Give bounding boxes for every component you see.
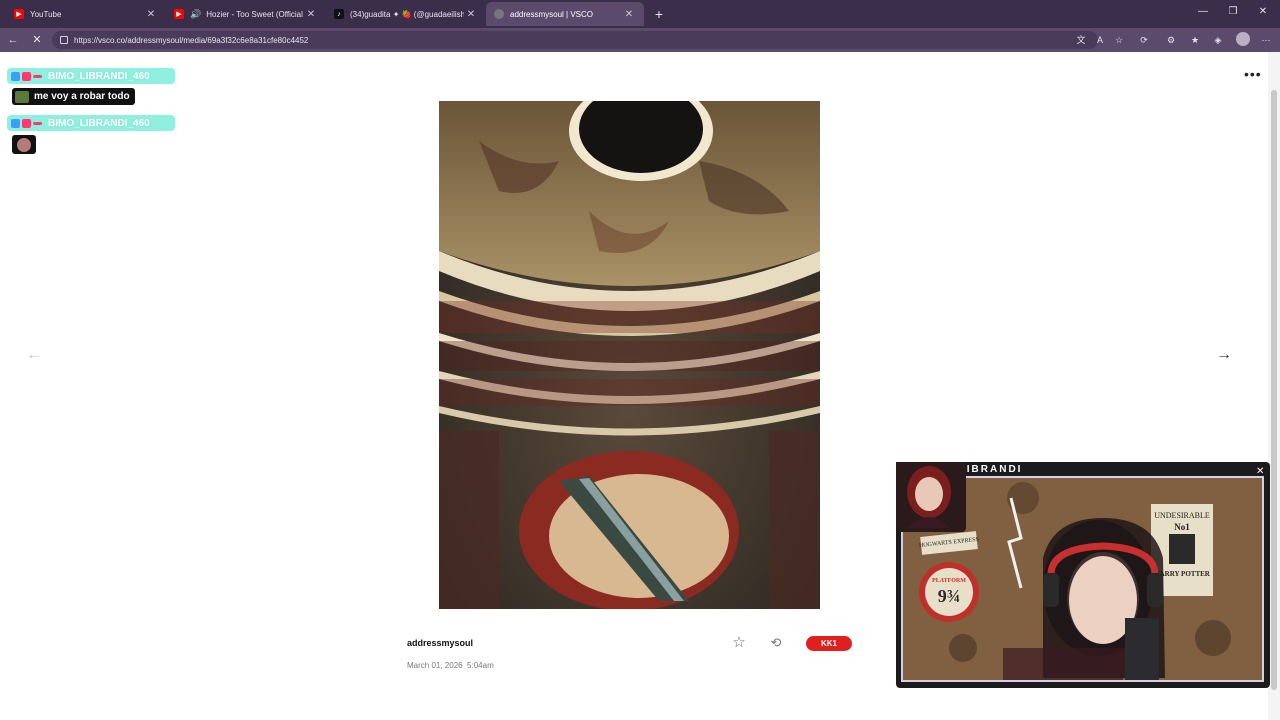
- post-username[interactable]: addressmysoul: [407, 638, 473, 648]
- badge-icon: [22, 71, 31, 81]
- more-icon[interactable]: •••: [1244, 66, 1262, 82]
- restore-icon[interactable]: ❐: [1226, 6, 1240, 17]
- post-image[interactable]: [439, 101, 820, 609]
- tab-label: Hozier - Too Sweet (Official V: [206, 9, 304, 19]
- repost-icon[interactable]: ⟲: [768, 635, 784, 651]
- vsco-icon: [494, 9, 504, 19]
- refresh-icon[interactable]: ⟳: [1137, 33, 1151, 47]
- youtube-icon: ▶: [174, 9, 184, 19]
- chat-emote: [12, 135, 36, 154]
- youtube-icon: ▶: [14, 9, 24, 19]
- chat-username: BIMO_LIBRANDI_460: [48, 117, 150, 129]
- minimize-icon[interactable]: —: [1196, 6, 1210, 17]
- chevron-right-icon[interactable]: →: [1216, 346, 1232, 364]
- post-date: March 01, 2026 5:04am: [407, 661, 494, 670]
- close-tab-icon[interactable]: ✕: [464, 9, 478, 20]
- speaker-icon[interactable]: 🔊: [190, 9, 201, 20]
- badge-icon: [33, 121, 42, 125]
- chat-username-badge: BIMO_LIBRANDI_460: [7, 68, 175, 84]
- sign-line2: No1: [1174, 522, 1190, 532]
- site-info-icon[interactable]: [60, 36, 68, 44]
- badge-icon: [11, 118, 20, 128]
- chat-message: me voy a robar todo: [12, 88, 135, 105]
- tab-hozier[interactable]: ▶ 🔊 Hozier - Too Sweet (Official V ✕: [166, 2, 326, 26]
- tab-tiktok[interactable]: ♪ (34)guadita ✦ 🍓 (@guadaeilish) | ✕: [326, 2, 486, 26]
- stop-loading-icon[interactable]: ✕: [29, 32, 45, 48]
- close-icon: ✕: [1256, 466, 1265, 477]
- emote-icon: [15, 90, 29, 103]
- emote-icon: [17, 137, 31, 152]
- tab-vsco[interactable]: addressmysoul | VSCO ✕: [486, 2, 644, 26]
- post-date-day: March 01, 2026: [407, 661, 463, 670]
- read-aloud-icon[interactable]: A: [1093, 33, 1107, 47]
- preset-badge[interactable]: KK1: [806, 636, 852, 651]
- tab-label: YouTube: [30, 9, 62, 19]
- tab-youtube[interactable]: ▶ YouTube ✕: [6, 2, 166, 26]
- star-icon[interactable]: ☆: [731, 635, 747, 651]
- close-tab-icon[interactable]: ✕: [144, 9, 158, 20]
- back-arrow-icon[interactable]: ←: [5, 32, 21, 48]
- badge-icon: [11, 71, 20, 81]
- chat-message-text: me voy a robar todo: [34, 91, 130, 102]
- close-tab-icon[interactable]: ✕: [622, 9, 636, 20]
- shield-icon[interactable]: ◈: [1211, 33, 1225, 47]
- extensions-icon[interactable]: ⚙: [1164, 33, 1178, 47]
- tab-label: addressmysoul | VSCO: [510, 9, 593, 19]
- badge-icon: [33, 74, 42, 78]
- chevron-left-icon[interactable]: ←: [26, 346, 42, 364]
- close-window-icon[interactable]: ✕: [1256, 6, 1270, 17]
- avatar-art: [896, 462, 962, 528]
- url-text[interactable]: https://vsco.co/addressmysoul/media/69a3…: [74, 36, 308, 45]
- new-tab-button[interactable]: +: [650, 5, 668, 23]
- tab-label: (34)guadita ✦ 🍓 (@guadaeilish) |: [350, 9, 464, 19]
- tab-bar: ▶ YouTube ✕ ▶ 🔊 Hozier - Too Sweet (Offi…: [0, 0, 1280, 28]
- scrollbar-thumb[interactable]: [1271, 90, 1277, 690]
- sign-line1: UNDESIRABLE: [1154, 511, 1210, 520]
- profile-avatar[interactable]: [1236, 32, 1250, 46]
- post-date-time: 5:04am: [467, 661, 494, 670]
- favorites-bar-icon[interactable]: ★: [1188, 33, 1202, 47]
- tiktok-icon: ♪: [334, 9, 344, 19]
- menu-icon[interactable]: ⋯: [1259, 33, 1273, 47]
- address-bar-row: ← ✕ https://vsco.co/addressmysoul/media/…: [0, 28, 1280, 52]
- address-bar[interactable]: https://vsco.co/addressmysoul/media/69a3…: [52, 31, 1098, 49]
- badge-icon: [22, 118, 31, 128]
- favorite-icon[interactable]: ☆: [1112, 33, 1126, 47]
- close-tab-icon[interactable]: ✕: [304, 9, 318, 20]
- platform-number: 9¾: [938, 586, 961, 606]
- bookstore-photo: [439, 101, 820, 609]
- chat-username: BIMO_LIBRANDI_460: [48, 70, 150, 82]
- streamer-avatar: [896, 462, 966, 532]
- chat-username-badge: BIMO_LIBRANDI_460: [7, 115, 175, 131]
- translate-icon[interactable]: 文: [1074, 33, 1088, 47]
- platform-label: PLATFORM: [932, 578, 966, 584]
